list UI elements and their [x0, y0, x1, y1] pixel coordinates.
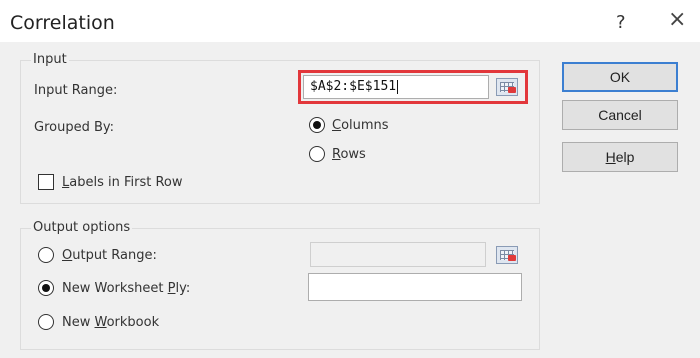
new-worksheet-label[interactable]: New Worksheet Ply:: [62, 281, 190, 296]
input-range-label: Input Range:: [34, 83, 118, 98]
new-worksheet-radio[interactable]: [38, 280, 54, 296]
correlation-dialog: Correlation ? × Input Input Range: $A$2:…: [0, 0, 700, 358]
output-range-radio[interactable]: [38, 247, 54, 263]
output-options-label: Output options: [31, 220, 133, 235]
rows-label[interactable]: Rows: [332, 147, 366, 162]
cancel-button[interactable]: Cancel: [562, 100, 678, 130]
output-range-label[interactable]: Output Range:: [62, 248, 157, 263]
help-button[interactable]: Help: [562, 142, 678, 172]
new-workbook-radio[interactable]: [38, 314, 54, 330]
new-workbook-label[interactable]: New Workbook: [62, 315, 159, 330]
text-caret: [397, 79, 399, 94]
input-range-field[interactable]: $A$2:$E$151: [303, 75, 489, 99]
dialog-body: Input Input Range: $A$2:$E$151 Grouped B…: [0, 42, 700, 358]
output-range-field[interactable]: [310, 242, 486, 267]
rows-radio[interactable]: [309, 146, 325, 162]
columns-label[interactable]: Columns: [332, 118, 389, 133]
input-group-label: Input: [31, 52, 69, 67]
input-range-value: $A$2:$E$151: [310, 79, 397, 94]
help-question-icon[interactable]: ?: [616, 12, 626, 33]
output-range-selector-icon[interactable]: [496, 246, 518, 264]
new-worksheet-field[interactable]: [308, 273, 522, 301]
range-selector-icon[interactable]: [496, 78, 518, 96]
labels-first-row-checkbox[interactable]: [38, 174, 54, 190]
dialog-title: Correlation: [10, 12, 115, 34]
grouped-by-label: Grouped By:: [34, 120, 115, 135]
columns-radio[interactable]: [309, 117, 325, 133]
title-bar: Correlation ? ×: [0, 0, 700, 42]
ok-button[interactable]: OK: [562, 62, 678, 92]
labels-first-row-label[interactable]: Labels in First Row: [62, 175, 183, 190]
close-icon[interactable]: ×: [668, 9, 686, 31]
